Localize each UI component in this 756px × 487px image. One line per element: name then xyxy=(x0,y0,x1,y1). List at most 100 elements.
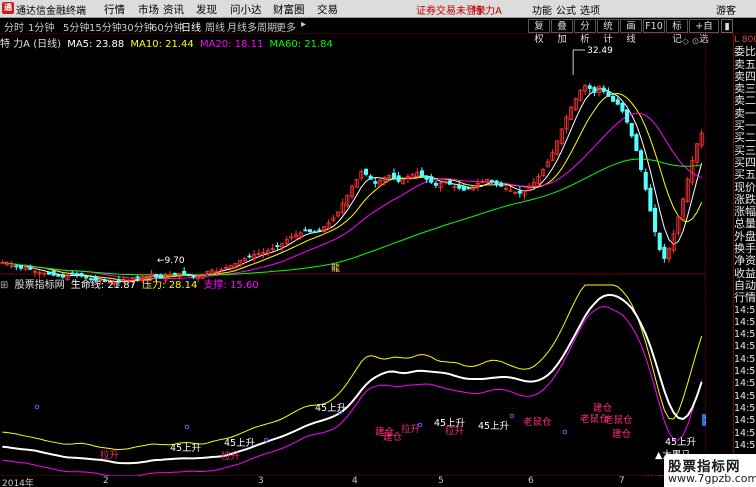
candle-body xyxy=(606,91,611,97)
candle-body xyxy=(74,273,79,276)
ma60-line xyxy=(2,158,702,276)
candle-body xyxy=(634,134,639,152)
period-tab-60min[interactable]: 60分钟 xyxy=(151,19,184,34)
signal-label: 45上升 xyxy=(315,403,347,414)
period-tab-5min[interactable]: 5分钟 xyxy=(63,19,89,34)
legend-pressure: 压力: 28.14 xyxy=(142,280,198,291)
candle-body xyxy=(373,181,378,184)
analyze-button[interactable]: 分析 xyxy=(574,19,596,45)
menu-item-ask[interactable]: 问小达 xyxy=(230,2,262,17)
date-label: 2014年 xyxy=(2,479,34,487)
menu-item-quotes[interactable]: 行情 xyxy=(104,2,125,17)
app-logo-icon: 通 xyxy=(2,2,14,14)
menu-item-formula[interactable]: 公式 xyxy=(556,2,576,17)
candle-body xyxy=(391,172,396,179)
period-tab-intraday[interactable]: 分时 xyxy=(4,19,24,34)
signal-labels: 45上升45上升45上升45上升45上升45上升▲大黑马拉升拉升拉升拉升拉升老鼠… xyxy=(100,402,697,477)
period-tab-30min[interactable]: 30分钟 xyxy=(121,19,154,34)
right-panel-item: 行情 xyxy=(734,291,756,305)
candle-body xyxy=(28,266,33,270)
legend-ma5: MA5: 23.88 xyxy=(67,39,125,50)
date-label: 6 xyxy=(528,476,534,486)
event-marker: 龍 xyxy=(331,262,340,274)
legend-life-line: 生命线: 21.87 xyxy=(70,280,136,291)
right-panel-item: 14:56 xyxy=(734,341,756,353)
candle-body xyxy=(657,232,662,250)
candle-body xyxy=(247,255,252,258)
menu-item-function[interactable]: 功能 xyxy=(532,2,552,17)
signal-label: 拉升 xyxy=(100,449,120,461)
legend-ma20: MA20: 18.11 xyxy=(199,39,264,50)
current-value-label: 19.28 xyxy=(704,416,706,426)
signal-label: 建仓 xyxy=(593,402,613,414)
kline-chart[interactable]: 45上升45上升45上升45上升45上升45上升▲大黑马拉升拉升拉升拉升拉升老鼠… xyxy=(0,34,706,477)
period-tab-weekly[interactable]: 周线 xyxy=(205,19,225,34)
indicator-legend: ⊞ 股票指标网 生命线: 21.87 压力: 28.14 支撑: 15.60 xyxy=(0,276,262,291)
right-panel-item: 14:56 xyxy=(734,402,756,414)
right-panel-item: 买二 xyxy=(734,131,756,145)
signal-label: 45上升 xyxy=(224,438,256,449)
right-panel-item: 净资 xyxy=(734,254,756,268)
right-panel-item: 总量 xyxy=(734,217,756,231)
right-panel-item: 现价 xyxy=(734,180,756,194)
signal-label: 45上升 xyxy=(170,443,202,454)
add-watchlist-button[interactable]: +自选 xyxy=(689,19,719,45)
signal-label: 拉升 xyxy=(401,423,421,435)
signal-label: 老鼠仓 xyxy=(523,416,552,428)
quote-side-panel: L 8000 委比卖五卖四卖三卖二卖一买一买二买三买四买五现价涨跌涨幅总量外盘换… xyxy=(733,34,756,477)
menu-item-trade[interactable]: 交易 xyxy=(317,2,338,17)
candle-body xyxy=(182,270,187,275)
menu-item-wealth[interactable]: 财富圈 xyxy=(273,2,305,17)
f10-button[interactable]: F10 xyxy=(643,19,665,33)
period-tab-1min[interactable]: 1分钟 xyxy=(28,19,54,34)
candle-body xyxy=(51,270,56,276)
overlay-button[interactable]: 叠加 xyxy=(551,19,573,45)
candle-body xyxy=(46,271,51,275)
stock-name: 特 力A xyxy=(472,6,503,17)
adjust-price-button[interactable]: 复权 xyxy=(528,19,550,45)
period-tab-more[interactable]: 更多 xyxy=(276,19,296,34)
statistics-button[interactable]: 统计 xyxy=(597,19,619,45)
date-label: 4 xyxy=(352,476,358,486)
candle-body xyxy=(615,99,620,105)
right-panel-item: 14:56 xyxy=(734,378,756,390)
candle-body xyxy=(592,87,597,93)
period-tab-multi[interactable]: 多周期 xyxy=(247,19,277,34)
user-guest[interactable]: 游客 xyxy=(716,2,736,17)
period-tab-15min[interactable]: 15分钟 xyxy=(89,19,122,34)
right-panel-item: 14:56 xyxy=(734,366,756,378)
candle-body xyxy=(70,272,75,275)
candle-body xyxy=(419,170,424,177)
indicator-collapse-icon[interactable]: ⊞ xyxy=(0,280,8,291)
signal-label: 老鼠仓 xyxy=(604,414,633,426)
draw-line-button[interactable]: 画线 xyxy=(620,19,642,45)
candle-body xyxy=(662,246,667,259)
panel-toggle-icon[interactable]: ▮ xyxy=(721,19,733,33)
legend-ma60: MA60: 21.84 xyxy=(269,39,333,50)
right-panel-item: 14:56 xyxy=(734,353,756,365)
candle-body xyxy=(629,122,634,137)
right-panel-item: 买五 xyxy=(734,168,756,182)
more-dropdown-icon[interactable]: ▸ xyxy=(301,19,306,30)
period-tab-monthly[interactable]: 月线 xyxy=(227,19,247,34)
watermark-url: www.7gpzb.com xyxy=(668,472,756,485)
mark-button[interactable]: 标记 xyxy=(666,19,688,45)
menu-item-options[interactable]: 选项 xyxy=(580,2,600,17)
candle-body xyxy=(653,207,658,233)
menu-item-news[interactable]: 资讯 xyxy=(163,2,184,17)
main-legend: 特 力A (日线) MA5: 23.88 MA10: 21.44 MA20: 1… xyxy=(0,35,336,50)
indicator-title: 股票指标网 xyxy=(14,280,65,291)
high-label: 32.49 xyxy=(587,46,613,56)
low-label: ←9.70 xyxy=(157,256,185,266)
menu-item-discover[interactable]: 发现 xyxy=(196,2,217,17)
candle-body xyxy=(457,184,462,189)
menu-item-market[interactable]: 市场 xyxy=(138,2,159,17)
signal-label: 建仓 xyxy=(383,431,403,443)
period-tab-daily[interactable]: 日线 xyxy=(181,19,201,34)
candle-body xyxy=(303,229,308,232)
candle-body xyxy=(587,85,592,89)
candle-body xyxy=(620,102,625,112)
candle-body xyxy=(275,245,280,248)
candle-body xyxy=(625,109,630,123)
signal-dot xyxy=(562,429,568,435)
